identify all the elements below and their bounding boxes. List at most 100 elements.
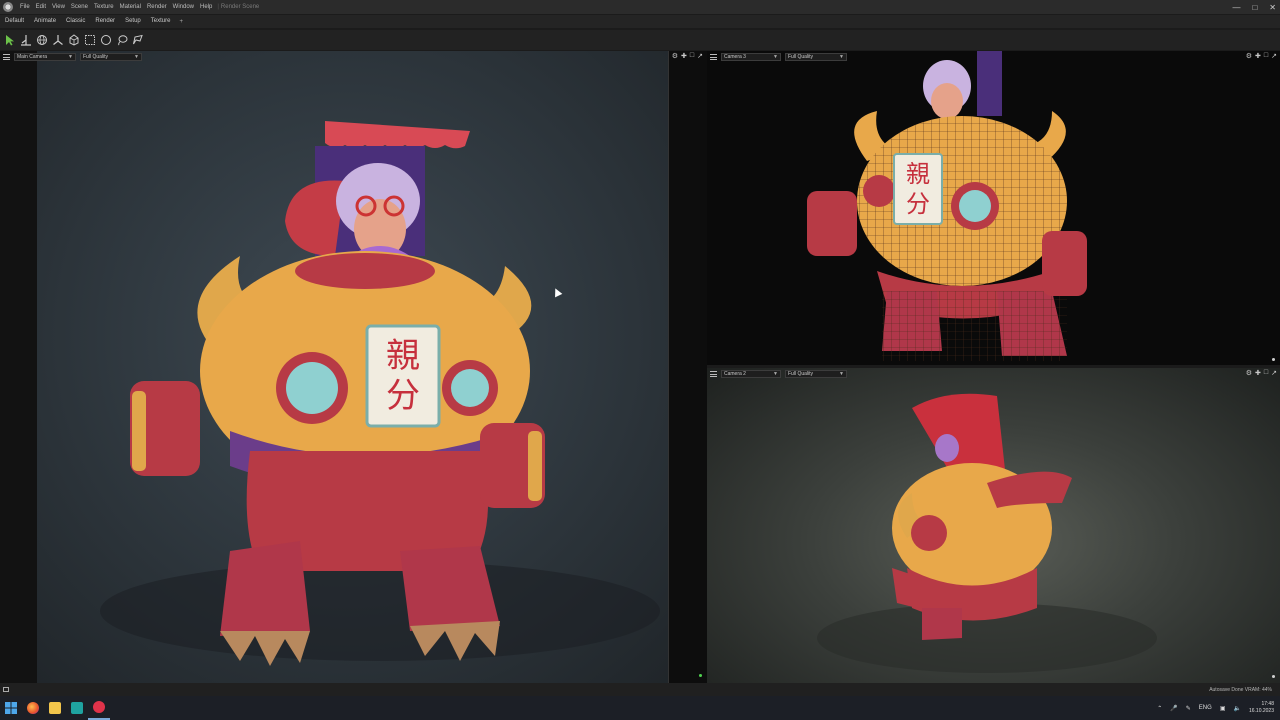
gear-icon[interactable]: ⚙ [1246, 52, 1252, 60]
sign-char-1: 親 [386, 336, 420, 376]
square-icon[interactable]: □ [690, 52, 694, 60]
camera-3-viewport[interactable]: Camera 3 ▼ Full Quality ▼ ⚙ ✚ □ ↗ 親 分 [707, 51, 1280, 365]
camera-select-value: Main Camera [17, 53, 48, 60]
start-button[interactable] [0, 696, 22, 720]
move-icon[interactable]: ✚ [681, 52, 687, 60]
quality-select[interactable]: Full Quality ▼ [80, 52, 142, 61]
chevron-down-icon: ▼ [839, 53, 844, 60]
taskbar-explorer[interactable] [44, 696, 66, 720]
chevron-down-icon: ▼ [134, 53, 139, 60]
pen-icon[interactable]: ✎ [1186, 705, 1191, 712]
tab-default[interactable]: Default [0, 15, 29, 28]
viewport-menu-icon[interactable] [710, 370, 717, 377]
camera-select[interactable]: Main Camera ▼ [14, 52, 76, 61]
quality-select-value: Full Quality [788, 370, 814, 377]
menu-file[interactable]: File [17, 4, 33, 10]
maximize-icon[interactable]: □ [1252, 3, 1257, 12]
microphone-icon[interactable]: 🎤 [1170, 705, 1177, 712]
speaker-icon[interactable]: 🔈 [1233, 705, 1240, 712]
camera-select[interactable]: Camera 3 ▼ [721, 52, 781, 61]
tab-texture[interactable]: Texture [146, 15, 176, 28]
clock-date: 16.10.2023 [1248, 708, 1274, 714]
chevron-down-icon: ▼ [773, 53, 778, 60]
menu-window[interactable]: Window [170, 4, 197, 10]
add-tab-button[interactable]: + [175, 19, 187, 25]
transform-icon[interactable] [19, 33, 33, 47]
chevron-down-icon: ▼ [68, 53, 73, 60]
viewport-menu-icon[interactable] [3, 53, 10, 60]
viewport-icons: ⚙ ✚ □ ↗ [1246, 52, 1277, 60]
menu-scene[interactable]: Scene [68, 4, 91, 10]
freehand-select-icon[interactable] [131, 33, 145, 47]
move-icon[interactable]: ✚ [1255, 369, 1261, 377]
square-icon[interactable]: □ [1264, 52, 1268, 60]
tab-setup[interactable]: Setup [120, 15, 146, 28]
camera-select-value: Camera 3 [724, 53, 746, 60]
gear-icon[interactable]: ⚙ [1246, 369, 1252, 377]
firefox-icon [27, 702, 39, 714]
lasso-icon[interactable] [115, 33, 129, 47]
robot-render-main [100, 121, 660, 666]
clock-time: 17:48 [1261, 701, 1274, 707]
status-text: Autosave Done VRAM: 44% [1209, 686, 1272, 693]
square-icon[interactable]: □ [1264, 369, 1268, 377]
menu-texture[interactable]: Texture [91, 4, 117, 10]
camera-select-value: Camera 2 [724, 370, 746, 377]
tab-classic[interactable]: Classic [61, 15, 90, 28]
chevron-down-icon: ▼ [773, 370, 778, 377]
quality-select[interactable]: Full Quality ▼ [785, 52, 847, 61]
taskbar-clock[interactable]: 17:48 16.10.2023 [1249, 701, 1274, 715]
sign-char-2: 分 [906, 190, 930, 218]
menu-material[interactable]: Material [117, 4, 144, 10]
expand-icon[interactable]: ↗ [697, 52, 703, 60]
robot-sign-text: 親 分 [896, 159, 940, 219]
robot-sign-text: 親 分 [375, 336, 431, 416]
camera-select[interactable]: Camera 2 ▼ [721, 369, 781, 378]
viewport-dot-icon [1272, 358, 1275, 361]
select-arrow-icon[interactable] [3, 33, 17, 47]
expand-icon[interactable]: ↗ [1271, 52, 1277, 60]
app-logo-icon [3, 2, 13, 12]
menu-help[interactable]: Help [197, 4, 215, 10]
viewport-menu-icon[interactable] [710, 53, 717, 60]
sign-char-2: 分 [386, 376, 420, 416]
quality-select[interactable]: Full Quality ▼ [785, 369, 847, 378]
window-title: Render Scene [220, 4, 260, 10]
chevron-down-icon: ▼ [839, 370, 844, 377]
robot-render-wireframe [807, 51, 1087, 361]
console-icon[interactable] [3, 687, 9, 692]
scale-icon[interactable] [51, 33, 65, 47]
menu-edit[interactable]: Edit [33, 4, 49, 10]
camera-2-viewport[interactable]: Camera 2 ▼ Full Quality ▼ ⚙ ✚ □ ↗ [707, 368, 1280, 683]
circle-select-icon[interactable] [99, 33, 113, 47]
tab-render[interactable]: Render [90, 15, 120, 28]
rotate-icon[interactable] [35, 33, 49, 47]
quality-select-value: Full Quality [83, 53, 109, 60]
pan-icon[interactable] [67, 33, 81, 47]
monitor-icon[interactable]: ▣ [1220, 705, 1226, 712]
render-app-icon [93, 701, 105, 713]
viewport-icons: ⚙ ✚ □ ↗ [1246, 369, 1277, 377]
status-dot-icon [699, 674, 702, 677]
rect-select-icon[interactable] [83, 33, 97, 47]
move-icon[interactable]: ✚ [1255, 52, 1261, 60]
sign-char-1: 親 [906, 160, 930, 188]
minimize-icon[interactable]: — [1232, 3, 1240, 12]
windows-logo-icon [5, 702, 17, 714]
tab-animate[interactable]: Animate [29, 15, 61, 28]
language-indicator[interactable]: ENG [1199, 705, 1212, 711]
gear-icon[interactable]: ⚙ [672, 52, 678, 60]
viewport-header: Camera 2 ▼ Full Quality ▼ [707, 368, 847, 379]
main-camera-viewport[interactable]: Main Camera ▼ Full Quality ▼ 親 分 [0, 51, 668, 683]
os-taskbar: ⌃ 🎤 ✎ ENG ▣ 🔈 17:48 16.10.2023 [0, 696, 1280, 720]
taskbar-firefox[interactable] [22, 696, 44, 720]
taskbar-render-app[interactable] [88, 696, 110, 720]
folder-icon [49, 702, 61, 714]
chevron-up-icon[interactable]: ⌃ [1157, 705, 1162, 712]
main-viewport-icons: ⚙ ✚ □ ↗ [672, 52, 703, 60]
close-icon[interactable]: ✕ [1269, 3, 1276, 12]
menu-view[interactable]: View [49, 4, 68, 10]
expand-icon[interactable]: ↗ [1271, 369, 1277, 377]
menu-render[interactable]: Render [144, 4, 170, 10]
taskbar-marmoset[interactable] [66, 696, 88, 720]
